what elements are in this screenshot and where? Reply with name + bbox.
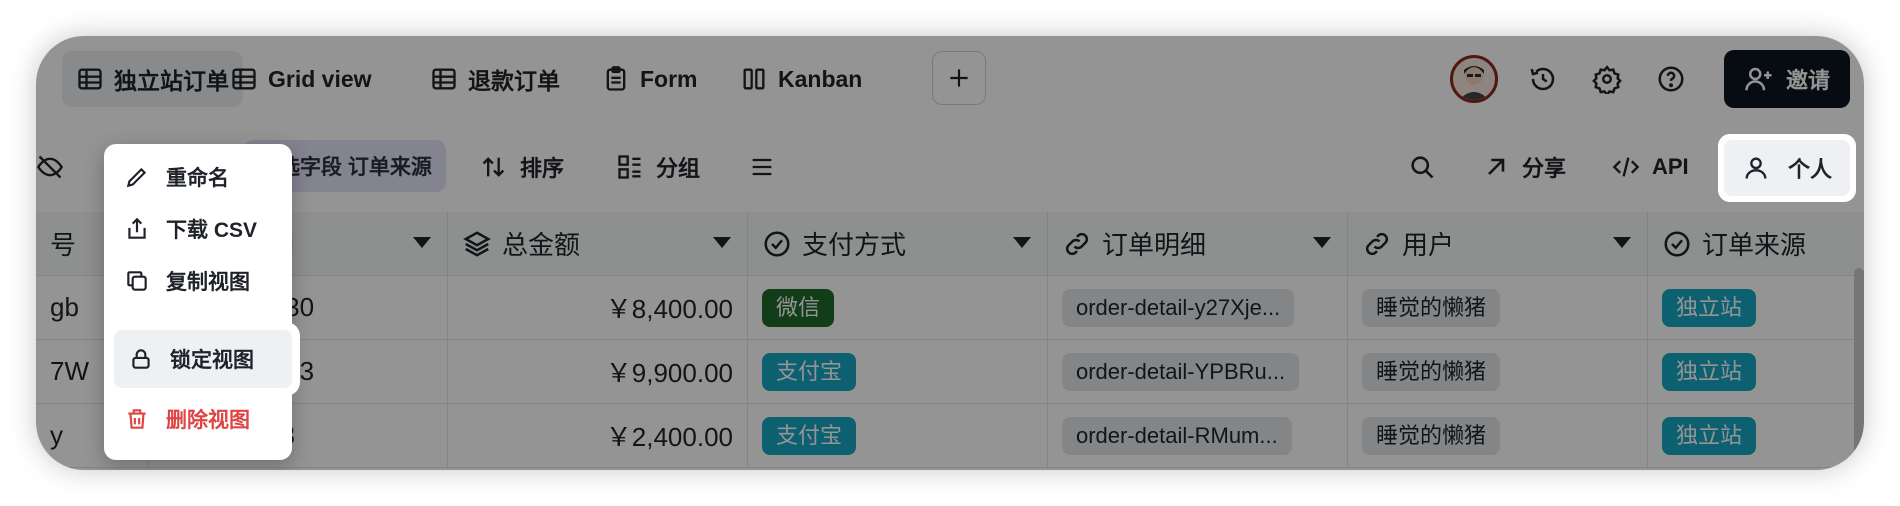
menu-item-label: 下载 CSV [166,219,258,242]
personal-label: 个人 [1787,157,1832,182]
pencil-icon [126,167,147,188]
menu-item-label: 重命名 [166,167,229,190]
menu-item-delete[interactable]: 删除视图 [124,394,250,444]
dim-overlay [36,36,1864,470]
lock-icon [132,349,150,369]
menu-item-label: 复制视图 [166,271,250,294]
menu-item-duplicate[interactable]: 复制视图 [124,256,250,306]
menu-item-rename[interactable]: 重命名 [124,152,229,202]
menu-item-label: 删除视图 [166,409,250,432]
menu-item-download-csv[interactable]: 下载 CSV [124,204,257,254]
share-upload-icon [128,217,146,239]
user-icon [1745,157,1767,179]
menu-item-lock-view[interactable]: 锁定视图 [108,324,298,394]
personal-view-highlight[interactable]: 个人 [1718,134,1856,202]
copy-icon [127,271,147,291]
view-context-menu: 重命名 下载 CSV 复制视图 删除视图 [104,144,292,460]
app-window: 独立站订单 Grid view 退款订单 Form Kanban 邀请 筛选字段… [36,36,1864,470]
trash-icon [128,409,146,429]
menu-item-label: 锁定视图 [170,349,254,372]
